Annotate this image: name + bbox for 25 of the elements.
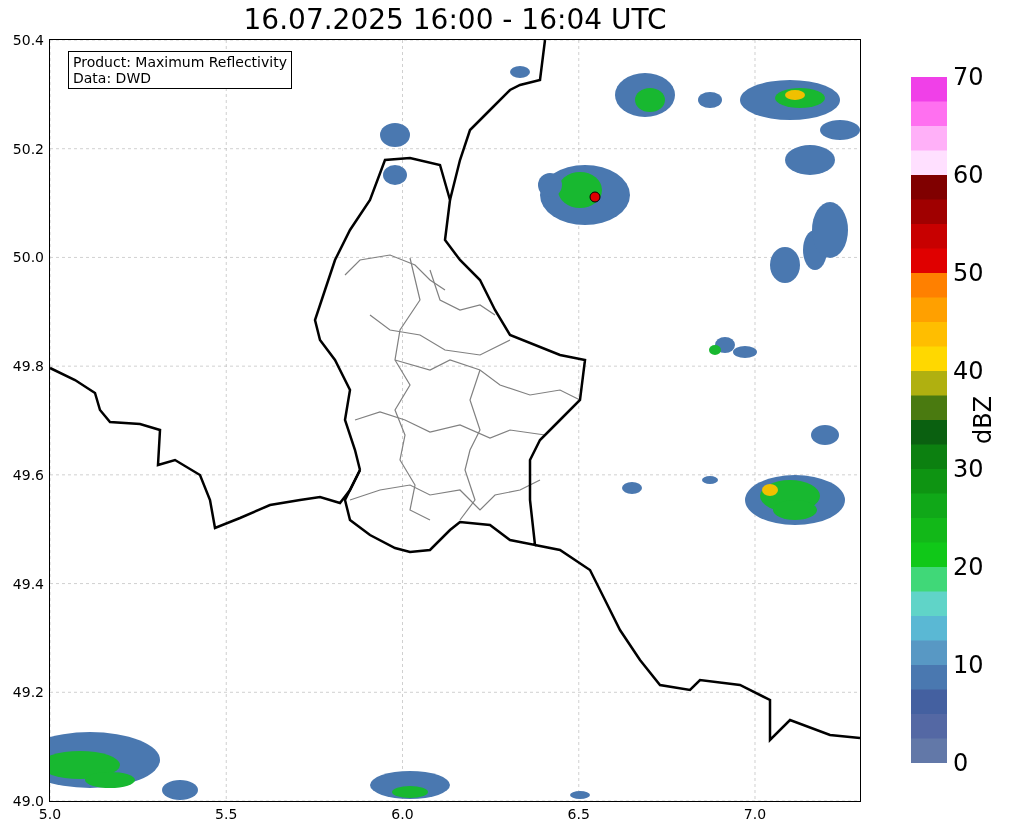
axis-tick-label: 49.0: [12, 793, 44, 809]
axis-tick-label: 6.5: [567, 806, 590, 822]
axis-tick-label: 5.0: [38, 806, 62, 822]
axis-tick-label: 6.0: [391, 806, 414, 822]
axis-tick-label: 49.8: [12, 358, 44, 375]
axis-tick-label: 7.0: [743, 806, 767, 822]
colorbar-tick-label: 60: [953, 161, 984, 189]
colorbar-tick-label: 50: [953, 259, 984, 287]
colorbar-tick-label: 20: [953, 553, 984, 581]
axis-tick-label: 50.0: [12, 249, 44, 266]
axis-tick-label: 49.6: [12, 466, 44, 483]
legend-text: Data: DWD: [73, 70, 152, 86]
axis-tick-label: 49.4: [12, 575, 44, 592]
axis-tick-label: 5.5: [215, 806, 238, 822]
colorbar-tick-label: 40: [953, 357, 984, 385]
axis-tick-label: 49.2: [12, 684, 44, 701]
colorbar-tick-label: 0: [953, 749, 969, 777]
axis-tick-label: 50.2: [12, 140, 44, 157]
legend-text: Product: Maximum Reflectivity: [73, 54, 287, 70]
colorbar-tick-label: 30: [953, 455, 984, 483]
colorbar-tick-label: 10: [953, 651, 984, 679]
colorbar-tick-label: 70: [953, 63, 984, 91]
axis-tick-label: 50.4: [12, 32, 44, 48]
chart-title: 16.07.2025 16:00 - 16:04 UTC: [242, 3, 668, 36]
colorbar-label: dBZ: [969, 395, 997, 445]
